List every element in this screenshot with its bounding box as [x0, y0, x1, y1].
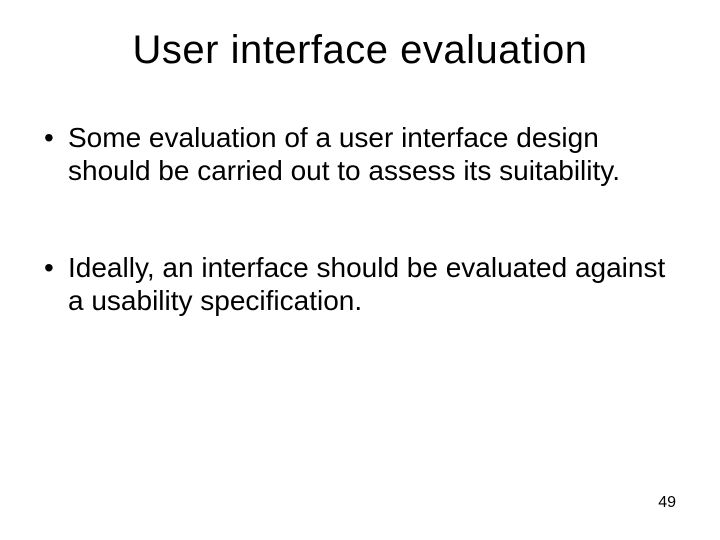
list-item: Some evaluation of a user interface desi…	[40, 121, 680, 187]
page-number: 49	[658, 494, 676, 512]
list-item: Ideally, an interface should be evaluate…	[40, 251, 680, 317]
slide-container: User interface evaluation Some evaluatio…	[0, 0, 720, 540]
bullet-list: Some evaluation of a user interface desi…	[40, 121, 680, 317]
slide-title: User interface evaluation	[40, 28, 680, 73]
